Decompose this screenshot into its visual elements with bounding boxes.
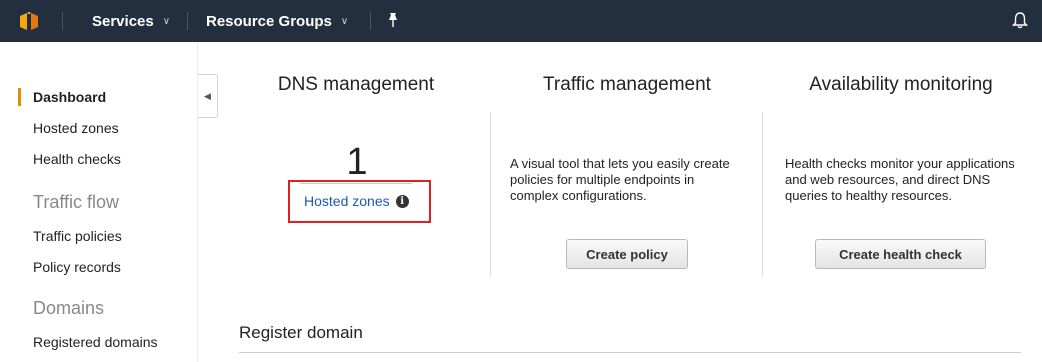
sidebar-item-dashboard[interactable]: Dashboard bbox=[33, 89, 106, 105]
traffic-management-description: A visual tool that lets you easily creat… bbox=[510, 156, 730, 203]
services-menu[interactable]: Services ∨ bbox=[92, 0, 170, 42]
services-label: Services bbox=[92, 12, 154, 30]
chevron-down-icon: ∨ bbox=[340, 15, 349, 27]
create-health-check-button[interactable]: Create health check bbox=[815, 239, 986, 269]
register-domain-divider bbox=[239, 352, 1021, 353]
traffic-management-title: Traffic management bbox=[543, 74, 711, 95]
pin-icon[interactable] bbox=[386, 12, 400, 28]
register-domain-heading: Register domain bbox=[239, 323, 363, 342]
active-indicator bbox=[18, 88, 21, 106]
highlight-annotation bbox=[288, 180, 431, 223]
availability-monitoring-description: Health checks monitor your applications … bbox=[785, 156, 1015, 203]
column-divider bbox=[762, 112, 763, 277]
sidebar-collapse-button[interactable]: ◀ bbox=[198, 74, 218, 118]
chevron-down-icon: ∨ bbox=[162, 15, 171, 27]
resource-groups-menu[interactable]: Resource Groups ∨ bbox=[206, 0, 348, 42]
resource-groups-label: Resource Groups bbox=[206, 12, 332, 30]
hosted-zones-count: 1 bbox=[346, 141, 368, 183]
dns-management-title: DNS management bbox=[277, 74, 435, 95]
sidebar-section-traffic-flow: Traffic flow bbox=[33, 192, 120, 212]
sidebar-item-policy-records[interactable]: Policy records bbox=[33, 259, 121, 275]
availability-monitoring-title: Availability monitoring bbox=[809, 74, 993, 95]
nav-divider bbox=[187, 12, 188, 30]
sidebar-item-hosted-zones[interactable]: Hosted zones bbox=[33, 120, 119, 136]
nav-divider bbox=[62, 12, 63, 30]
caret-left-icon: ◀ bbox=[204, 90, 211, 101]
bell-icon[interactable] bbox=[1012, 11, 1028, 29]
nav-divider bbox=[370, 12, 371, 30]
create-policy-button[interactable]: Create policy bbox=[566, 239, 688, 269]
sidebar-item-registered-domains[interactable]: Registered domains bbox=[33, 334, 158, 350]
sidebar-section-domains: Domains bbox=[33, 298, 105, 318]
sidebar-item-traffic-policies[interactable]: Traffic policies bbox=[33, 228, 122, 244]
aws-cube-logo-icon[interactable] bbox=[18, 10, 40, 32]
top-nav-bar: Services ∨ Resource Groups ∨ bbox=[0, 0, 1042, 42]
column-divider bbox=[490, 112, 491, 277]
sidebar-item-health-checks[interactable]: Health checks bbox=[33, 151, 121, 167]
